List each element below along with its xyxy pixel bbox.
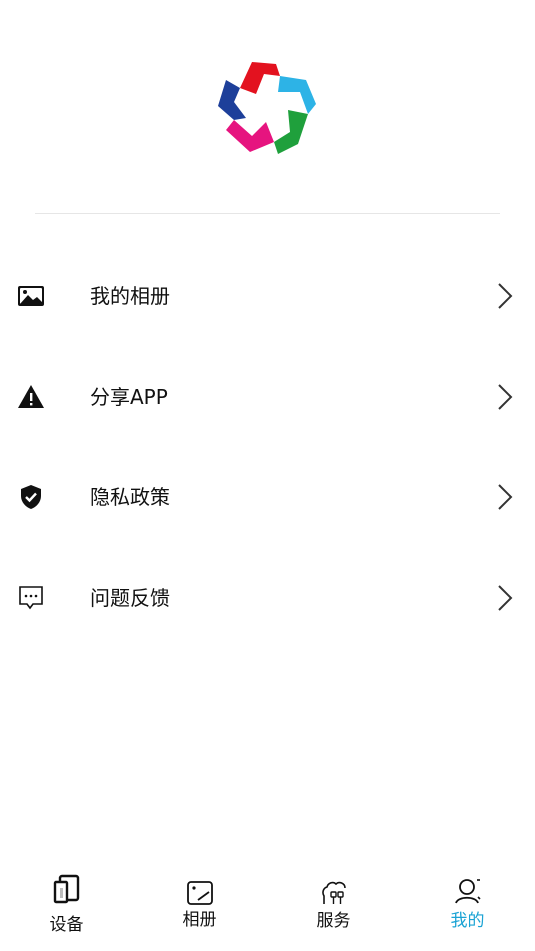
tab-service[interactable]: 服务 — [267, 870, 400, 951]
service-icon — [321, 881, 346, 904]
tab-album[interactable]: 相册 — [133, 870, 266, 951]
menu-item-label: 分享APP — [90, 384, 168, 409]
chevron-right-icon — [498, 484, 513, 510]
app-logo — [218, 62, 316, 154]
chevron-right-icon — [498, 383, 513, 410]
tab-label: 设备 — [49, 915, 84, 935]
chevron-right-icon — [498, 283, 513, 309]
menu-item-my-album[interactable]: 我的相册 — [0, 246, 535, 347]
header — [0, 0, 535, 214]
tab-profile[interactable]: 我的 — [401, 870, 534, 951]
menu-item-label: 问题反馈 — [90, 585, 170, 610]
warning-icon — [18, 384, 44, 408]
shield-check-icon — [21, 485, 41, 509]
header-divider — [35, 213, 500, 214]
menu-item-label: 隐私政策 — [90, 485, 170, 509]
album-icon — [186, 881, 213, 905]
tab-label: 我的 — [450, 911, 485, 931]
menu-item-share-app[interactable]: 分享APP — [0, 347, 535, 448]
device-icon — [53, 874, 79, 904]
tab-label: 相册 — [182, 910, 217, 930]
profile-icon — [454, 879, 481, 904]
chevron-right-icon — [498, 584, 513, 611]
tab-label: 服务 — [316, 911, 351, 931]
message-dots-icon — [19, 585, 43, 609]
image-icon — [18, 286, 44, 306]
menu-item-feedback[interactable]: 问题反馈 — [0, 548, 535, 649]
tab-device[interactable]: 设备 — [0, 870, 133, 951]
bottom-tab-bar: 设备 相册 服务 我的 — [0, 870, 535, 951]
menu-item-privacy-policy[interactable]: 隐私政策 — [0, 447, 535, 548]
menu-list: 我的相册 分享APP 隐私政策 问题反馈 — [0, 246, 535, 648]
menu-item-label: 我的相册 — [90, 284, 170, 308]
